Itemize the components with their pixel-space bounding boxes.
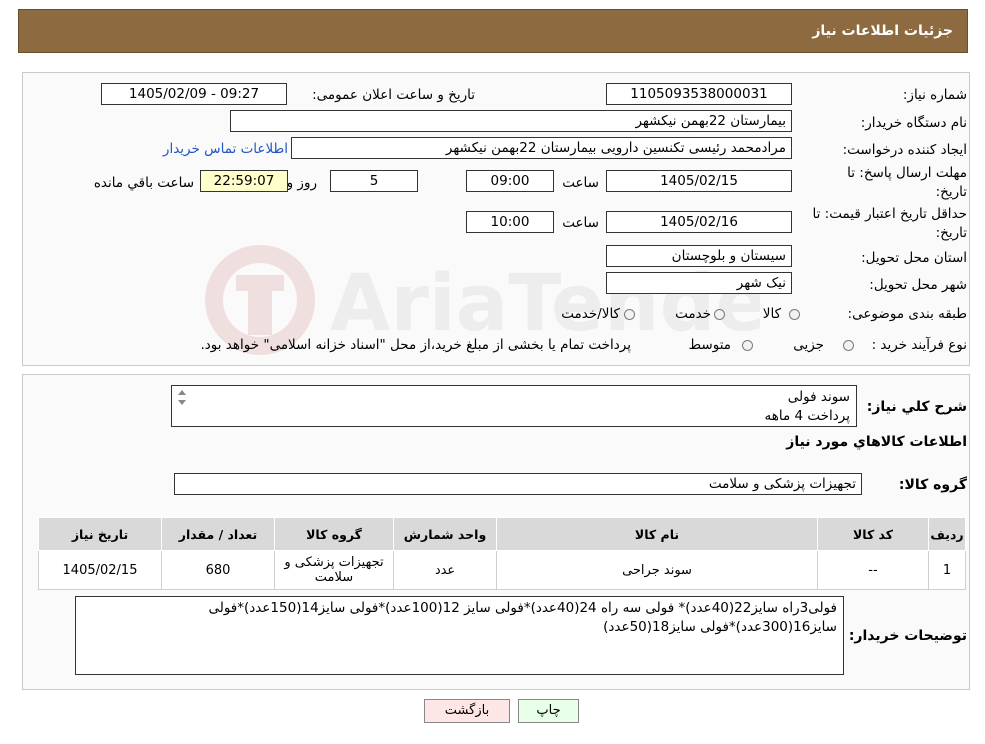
description-line-2: پرداخت 4 ماهه bbox=[764, 408, 850, 424]
creator-label: ایجاد کننده درخواست: bbox=[842, 142, 967, 158]
deadline-date-field: 1405/02/15 bbox=[606, 170, 792, 192]
city-field: نیک شهر bbox=[606, 272, 792, 294]
remaining-time-field: 22:59:07 bbox=[200, 170, 288, 192]
buyer-org-field: بیمارستان 22بهمن نیکشهر bbox=[230, 110, 792, 132]
col-header-row-no: ردیف bbox=[928, 517, 966, 551]
process-option-medium: متوسط bbox=[688, 337, 731, 353]
announce-field: 1405/02/09 - 09:27 bbox=[101, 83, 287, 105]
category-option-service: خدمت bbox=[675, 306, 711, 322]
process-note: پرداخت تمام یا بخشی از مبلغ خرید،از محل … bbox=[200, 337, 631, 353]
province-label: استان محل تحویل: bbox=[861, 250, 967, 266]
print-button[interactable]: چاپ bbox=[518, 699, 579, 723]
creator-field: مرادمحمد رئیسی تکنسین دارویی بیمارستان 2… bbox=[291, 137, 792, 159]
goods-group-field: تجهیزات پزشکی و سلامت bbox=[174, 473, 862, 495]
deadline-time-label: ساعت bbox=[562, 175, 599, 191]
category-radio-goods-service[interactable] bbox=[624, 309, 635, 320]
description-label: شرح کلي نياز: bbox=[866, 399, 967, 415]
col-header-code: کد کالا bbox=[817, 517, 929, 551]
goods-group-label: گروه کالا: bbox=[898, 477, 967, 493]
category-option-goods-service: کالا/خدمت bbox=[561, 306, 620, 322]
validity-label: حداقل تاریخ اعتبار قیمت: تا تاریخ: bbox=[812, 206, 967, 241]
days-field: 5 bbox=[330, 170, 418, 192]
table-row: 1 -- سوند جراحی عدد تجهیزات پزشکی و سلام… bbox=[38, 550, 966, 590]
table-header-row: ردیف کد کالا نام کالا واحد شمارش گروه کا… bbox=[38, 517, 966, 551]
province-field: سیستان و بلوچستان bbox=[606, 245, 792, 267]
cell-group: تجهیزات پزشکی و سلامت bbox=[274, 550, 394, 590]
contact-buyer-link[interactable]: اطلاعات تماس خریدار bbox=[163, 141, 288, 157]
cell-date: 1405/02/15 bbox=[38, 550, 162, 590]
description-textarea[interactable]: سوند فولی پرداخت 4 ماهه bbox=[171, 385, 857, 427]
buyer-org-label: نام دستگاه خریدار: bbox=[860, 115, 967, 131]
goods-table: ردیف کد کالا نام کالا واحد شمارش گروه کا… bbox=[38, 517, 966, 590]
cell-code: -- bbox=[817, 550, 929, 590]
need-number-label: شماره نیاز: bbox=[902, 87, 967, 103]
col-header-unit: واحد شمارش bbox=[393, 517, 497, 551]
back-button[interactable]: بازگشت bbox=[424, 699, 510, 723]
category-radio-service[interactable] bbox=[714, 309, 725, 320]
col-header-group: گروه کالا bbox=[274, 517, 394, 551]
category-label: طبقه بندی موضوعی: bbox=[847, 306, 967, 322]
city-label: شهر محل تحویل: bbox=[869, 277, 967, 293]
col-header-name: نام کالا bbox=[496, 517, 818, 551]
need-number-field: 1105093538000031 bbox=[606, 83, 792, 105]
deadline-label: مهلت ارسال پاسخ: تا تاریخ: bbox=[847, 165, 967, 200]
deadline-time-field: 09:00 bbox=[466, 170, 554, 192]
cell-qty: 680 bbox=[161, 550, 275, 590]
process-radio-minor[interactable] bbox=[843, 340, 854, 351]
process-option-minor: جزیی bbox=[793, 337, 824, 353]
validity-time-label: ساعت bbox=[562, 215, 599, 231]
buyer-notes-text: فولی3راه سایز22(40عدد)* فولی سه راه 24(4… bbox=[208, 600, 837, 635]
remaining-label: ساعت باقي مانده bbox=[93, 175, 194, 191]
announce-label: تاریخ و ساعت اعلان عمومی: bbox=[312, 87, 475, 103]
process-label: نوع فرآیند خرید : bbox=[871, 337, 967, 353]
validity-time-field: 10:00 bbox=[466, 211, 554, 233]
category-option-goods: کالا bbox=[762, 306, 781, 322]
description-line-1: سوند فولی bbox=[787, 389, 850, 405]
days-label: روز و bbox=[286, 175, 317, 191]
buyer-notes-textarea[interactable]: فولی3راه سایز22(40عدد)* فولی سه راه 24(4… bbox=[75, 596, 844, 675]
cell-name: سوند جراحی bbox=[496, 550, 818, 590]
buyer-notes-label: توضیحات خریدار: bbox=[848, 628, 967, 644]
col-header-date: تاریخ نیاز bbox=[38, 517, 162, 551]
cell-unit: عدد bbox=[393, 550, 497, 590]
goods-info-title: اطلاعات کالاهاي مورد نياز bbox=[786, 434, 967, 450]
process-radio-medium[interactable] bbox=[742, 340, 753, 351]
col-header-qty: تعداد / مقدار bbox=[161, 517, 275, 551]
page-header: جزئیات اطلاعات نیاز bbox=[18, 9, 968, 53]
category-radio-goods[interactable] bbox=[789, 309, 800, 320]
page-title: جزئیات اطلاعات نیاز bbox=[812, 23, 953, 39]
validity-date-field: 1405/02/16 bbox=[606, 211, 792, 233]
scroll-down-icon[interactable] bbox=[178, 400, 186, 405]
scroll-up-icon[interactable] bbox=[178, 390, 186, 395]
cell-row-no: 1 bbox=[928, 550, 966, 590]
